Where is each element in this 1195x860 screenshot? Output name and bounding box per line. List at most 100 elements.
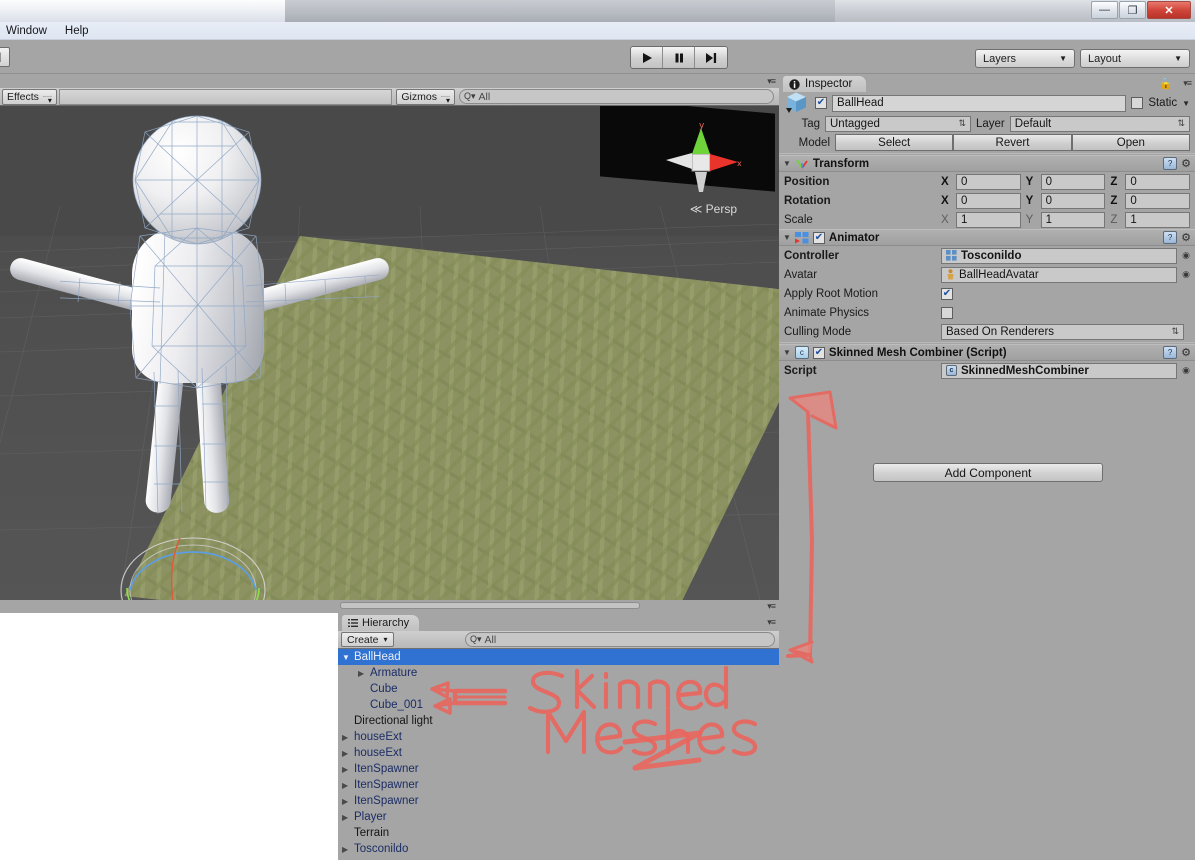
help-icon[interactable]: ? [1163,346,1178,359]
culling-mode-dropdown[interactable]: Based On Renderers ⇅ [941,323,1184,340]
gameobject-name-input[interactable]: BallHead [832,94,1127,112]
transform-component-header[interactable]: ▼ Transform ? ⚙ [779,155,1195,172]
layer-dropdown[interactable]: Default ⇅ [1009,115,1190,132]
chevron-down-icon[interactable]: ▼ [342,653,354,662]
animator-enabled-checkbox[interactable] [812,231,825,244]
layout-dropdown[interactable]: Layout ▼ [1080,49,1190,68]
chevron-right-icon[interactable]: ▶ [342,845,354,854]
skinned-mesh-combiner-header[interactable]: ▼ c Skinned Mesh Combiner (Script) ? ⚙ [779,344,1195,361]
gear-icon[interactable]: ⚙ [1181,231,1191,244]
menu-item-window[interactable]: Window [6,25,47,37]
object-picker-icon[interactable]: ◉ [1182,365,1190,376]
hierarchy-item[interactable]: ▶ Armature [338,665,779,681]
play-button[interactable] [631,47,663,68]
rotate-gizmo[interactable] [118,536,268,600]
transform-position-z-input[interactable]: 0 [1125,173,1191,190]
layers-dropdown[interactable]: Layers ▼ [975,49,1075,68]
tag-value: Untagged [830,117,880,130]
chevron-down-icon[interactable]: ▼ [1182,99,1190,108]
chevron-right-icon[interactable]: ▶ [358,669,370,678]
animate-physics-checkbox[interactable] [941,306,953,319]
smc-enabled-checkbox[interactable] [812,346,825,359]
chevron-updown-icon: ⇅ [1171,326,1179,336]
scrollbar-thumb[interactable] [340,602,640,609]
inspector-panel-menu-icon[interactable]: ▾≡ [1183,78,1192,89]
chevron-right-icon[interactable]: ▶ [342,781,354,790]
chevron-right-icon[interactable]: ▶ [342,749,354,758]
hierarchy-search-input[interactable]: Q▾ All [465,632,775,647]
perspective-label[interactable]: ≪ Persp [690,202,737,216]
tab-hierarchy[interactable]: Hierarchy [342,615,420,631]
avatar-object-field[interactable]: BallHeadAvatar [941,266,1178,283]
hierarchy-item[interactable]: ▶ houseExt [338,729,779,745]
csharp-script-icon: c [946,365,957,376]
transform-position-y-input[interactable]: 0 [1040,173,1106,190]
transform-rotation-x-input[interactable]: 0 [956,192,1021,209]
smc-title: Skinned Mesh Combiner (Script) [828,346,1007,359]
scene-axis-gizmo[interactable]: y x [658,120,744,202]
gear-icon[interactable]: ⚙ [1181,346,1191,359]
hierarchy-item[interactable]: ▶Cube_001 [338,697,779,713]
animator-component-header[interactable]: ▼ Animator ? ⚙ [779,229,1195,246]
lock-icon[interactable]: 🔒 [1159,77,1173,90]
pause-button[interactable] [663,47,695,68]
hierarchy-item[interactable]: ▼ BallHead [338,649,779,665]
scene-viewport[interactable]: y x ≪ Persp [0,106,779,600]
gizmos-dropdown[interactable]: Gizmos ▾ [396,88,455,105]
help-icon[interactable]: ? [1163,231,1178,244]
gear-icon[interactable]: ⚙ [1181,157,1191,170]
hierarchy-panel-menu-icon[interactable]: ▾≡ [767,617,776,628]
transform-scale-z-input[interactable]: 1 [1125,211,1191,228]
chevron-right-icon[interactable]: ▶ [342,797,354,806]
static-checkbox[interactable] [1131,97,1144,109]
controller-object-field[interactable]: Tosconildo [941,247,1178,264]
add-component-button[interactable]: Add Component [873,463,1103,482]
transform-position-x-input[interactable]: 0 [956,173,1021,190]
hierarchy-item[interactable]: ▶ Tosconildo [338,841,779,857]
chevron-right-icon[interactable]: ▶ [342,733,354,742]
model-revert-button[interactable]: Revert [953,134,1072,151]
step-button[interactable] [695,47,727,68]
hierarchy-item[interactable]: ▶Terrain [338,825,779,841]
close-button[interactable]: ✕ [1147,1,1191,19]
transform-rotation-y-input[interactable]: 0 [1040,192,1106,209]
hierarchy-item[interactable]: ▶Cube [338,681,779,697]
effects-dropdown[interactable]: Effects ▾ [2,88,57,105]
maximize-button[interactable]: ❐ [1119,1,1146,19]
chevron-right-icon[interactable]: ▶ [342,813,354,822]
hand-tool-button[interactable]: | [0,47,10,67]
hierarchy-item[interactable]: ▶ ItenSpawner [338,777,779,793]
model-open-button[interactable]: Open [1071,134,1190,151]
model-select-button[interactable]: Select [835,134,954,151]
inspector-body: BallHead Static ▼ Tag Untagged ⇅ Layer D… [779,92,1195,860]
tab-inspector[interactable]: Inspector [783,76,867,92]
tag-dropdown[interactable]: Untagged ⇅ [825,115,971,132]
help-icon[interactable]: ? [1163,157,1178,170]
object-picker-icon[interactable]: ◉ [1182,269,1190,280]
gameobject-enabled-checkbox[interactable] [815,97,827,109]
script-object-field[interactable]: c SkinnedMeshCombiner [941,362,1178,379]
transform-rotation-z-input[interactable]: 0 [1125,192,1191,209]
hierarchy-item[interactable]: ▶ ItenSpawner [338,793,779,809]
hierarchy-item[interactable]: ▶ Player [338,809,779,825]
hierarchy-item[interactable]: ▶Directional light [338,713,779,729]
smc-foldout-icon[interactable]: ▼ [783,348,791,357]
transform-foldout-icon[interactable]: ▼ [783,159,791,168]
transform-scale-x-input[interactable]: 1 [956,211,1021,228]
menu-item-help[interactable]: Help [65,25,89,37]
hierarchy-item[interactable]: ▶ ItenSpawner [338,761,779,777]
apply-root-motion-checkbox[interactable] [941,287,953,300]
scene-search-input[interactable]: Q▾ All [459,89,774,104]
object-picker-icon[interactable]: ◉ [1182,250,1190,261]
animator-foldout-icon[interactable]: ▼ [783,233,791,242]
scene-bottom-menu-icon[interactable]: ▾≡ [767,601,776,612]
axis-label-y: Y [1025,175,1034,188]
minimize-button[interactable]: — [1091,1,1118,19]
chevron-right-icon[interactable]: ▶ [342,765,354,774]
scene-horizontal-scrollbar[interactable]: ▾≡ [0,600,779,613]
scene-panel-menu-icon[interactable]: ▾≡ [767,76,776,87]
create-dropdown[interactable]: Create ▾ [341,632,394,647]
transform-scale-y-input[interactable]: 1 [1040,211,1106,228]
hierarchy-item[interactable]: ▶ houseExt [338,745,779,761]
hierarchy-tree[interactable]: ▼BallHead▶Armature▶Cube▶Cube_001▶Directi… [338,649,779,860]
